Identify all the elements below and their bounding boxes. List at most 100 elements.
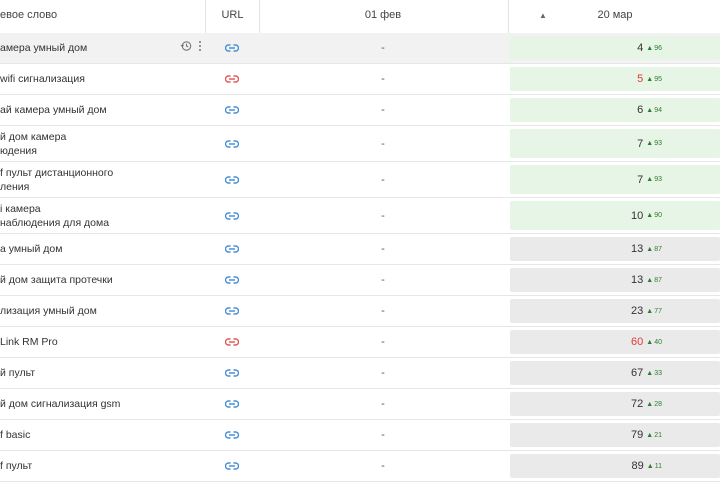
position-change-value: 95 <box>654 75 662 83</box>
position-date-2[interactable]: 7 ▲93 <box>510 165 720 194</box>
position-value: 4 <box>637 42 644 54</box>
keyword-cell: f пульт <box>0 451 200 481</box>
position-date-1: - <box>381 42 385 54</box>
position-date-2[interactable]: 6 ▲94 <box>510 98 720 122</box>
keyword-cell: лизация умный дом <box>0 296 200 326</box>
table-row[interactable]: wifi сигнализация - 5 ▲95 <box>0 64 720 95</box>
keyword-cell: і камера наблюдения для дома <box>0 198 200 233</box>
broken-link-icon[interactable] <box>205 64 258 94</box>
position-value: 7 <box>637 137 644 150</box>
position-date-2[interactable]: 60 ▲40 <box>510 330 720 354</box>
position-date-2[interactable]: 4 ▲96 <box>510 36 720 60</box>
arrow-up-icon: ▲ <box>646 338 654 346</box>
arrow-up-icon: ▲ <box>646 106 654 114</box>
position-date-2[interactable]: 67 ▲33 <box>510 361 720 385</box>
table-row[interactable]: Link RM Pro - 60 ▲40 <box>0 327 720 358</box>
position-value: 23 <box>631 305 644 317</box>
keyword-text: і камера наблюдения для дома <box>0 202 110 229</box>
position-date-2[interactable]: 10 ▲90 <box>510 201 720 230</box>
table-row[interactable]: й дом сигнализация gsm - 72 ▲28 <box>0 389 720 420</box>
position-date-2[interactable]: 72 ▲28 <box>510 392 720 416</box>
keyword-text: а умный дом <box>0 243 63 255</box>
position-date-2[interactable]: 23 ▲77 <box>510 299 720 323</box>
position-change-value: 93 <box>654 176 662 183</box>
position-date-1: - <box>381 398 385 410</box>
position-value: 13 <box>631 274 644 286</box>
column-header-date-1[interactable]: 01 фев <box>260 0 506 33</box>
position-change: ▲28 <box>646 401 662 408</box>
history-icon[interactable] <box>180 39 192 57</box>
position-change-value: 87 <box>654 276 662 284</box>
position-value: 7 <box>637 173 644 186</box>
keyword-text: ай камера умный дом <box>0 104 107 116</box>
position-value: 60 <box>631 336 644 348</box>
position-value: 72 <box>631 398 644 410</box>
table-row[interactable]: f пульт - 89 ▲11 <box>0 451 720 482</box>
broken-link-icon[interactable] <box>205 327 258 357</box>
position-change-value: 87 <box>654 245 662 253</box>
link-icon[interactable] <box>205 265 258 295</box>
link-icon[interactable] <box>205 95 258 125</box>
table-row[interactable]: й пульт - 67 ▲33 <box>0 358 720 389</box>
column-header-date-2-label: 20 мар <box>597 9 633 21</box>
position-date-1: - <box>381 367 385 379</box>
arrow-up-icon: ▲ <box>646 431 654 439</box>
keyword-cell: й пульт <box>0 358 200 388</box>
arrow-up-icon: ▲ <box>646 307 654 315</box>
position-date-2[interactable]: 13 ▲87 <box>510 268 720 292</box>
keyword-cell: f пульт дистанционного ления <box>0 162 200 197</box>
link-icon[interactable] <box>205 126 258 161</box>
column-header-keyword[interactable]: евое слово <box>0 0 205 33</box>
more-options-icon[interactable] <box>198 39 202 57</box>
position-date-1: - <box>381 209 385 222</box>
table-row[interactable]: й дом камера юдения - 7 ▲93 <box>0 126 720 162</box>
keyword-cell: а умный дом <box>0 234 200 264</box>
position-date-1: - <box>381 73 385 85</box>
keyword-text: Link RM Pro <box>0 336 58 348</box>
table-row[interactable]: f basic - 79 ▲21 <box>0 420 720 451</box>
arrow-up-icon: ▲ <box>646 176 654 183</box>
table-row[interactable]: ай камера умный дом - 6 ▲94 <box>0 95 720 126</box>
position-change: ▲93 <box>646 176 662 183</box>
table-row[interactable]: і камера наблюдения для дома - 10 ▲90 <box>0 198 720 234</box>
keyword-text: лизация умный дом <box>0 305 97 317</box>
link-icon[interactable] <box>205 389 258 419</box>
positions-table: евое слово URL 01 фев ▲ 20 мар амера умн… <box>0 0 720 482</box>
position-date-1: - <box>381 336 385 348</box>
link-icon[interactable] <box>205 358 258 388</box>
table-row[interactable]: а умный дом - 13 ▲87 <box>0 234 720 265</box>
link-icon[interactable] <box>205 234 258 264</box>
position-date-2[interactable]: 13 ▲87 <box>510 237 720 261</box>
table-row[interactable]: й дом защита протечки - 13 ▲87 <box>0 265 720 296</box>
keyword-cell: ай камера умный дом <box>0 95 200 125</box>
position-change-value: 40 <box>654 338 662 346</box>
link-icon[interactable] <box>205 451 258 481</box>
position-date-2[interactable]: 79 ▲21 <box>510 423 720 447</box>
arrow-up-icon: ▲ <box>646 140 654 147</box>
table-row[interactable]: амера умный дом - 4 ▲96 <box>0 33 720 64</box>
link-icon[interactable] <box>205 33 258 63</box>
sort-asc-icon[interactable]: ▲ <box>539 0 547 31</box>
position-change: ▲87 <box>646 246 662 253</box>
position-date-2[interactable]: 7 ▲93 <box>510 129 720 158</box>
position-change: ▲94 <box>646 107 662 114</box>
keyword-cell: й дом защита протечки <box>0 265 200 295</box>
link-icon[interactable] <box>205 198 258 233</box>
keyword-cell: Link RM Pro <box>0 327 200 357</box>
column-header-url[interactable]: URL <box>205 0 260 33</box>
table-row[interactable]: f пульт дистанционного ления - 7 ▲93 <box>0 162 720 198</box>
link-icon[interactable] <box>205 162 258 197</box>
keyword-text: f пульт <box>0 460 33 472</box>
position-change-value: 28 <box>654 400 662 408</box>
table-row[interactable]: лизация умный дом - 23 ▲77 <box>0 296 720 327</box>
column-header-date-2[interactable]: ▲ 20 мар <box>508 0 720 33</box>
position-value: 5 <box>637 73 644 85</box>
position-value: 13 <box>631 243 644 255</box>
position-date-2[interactable]: 89 ▲11 <box>510 454 720 478</box>
position-date-2[interactable]: 5 ▲95 <box>510 67 720 91</box>
link-icon[interactable] <box>205 296 258 326</box>
position-date-1: - <box>381 274 385 286</box>
keyword-text: f пульт дистанционного ления <box>0 166 114 193</box>
link-icon[interactable] <box>205 420 258 450</box>
arrow-up-icon: ▲ <box>646 462 654 470</box>
